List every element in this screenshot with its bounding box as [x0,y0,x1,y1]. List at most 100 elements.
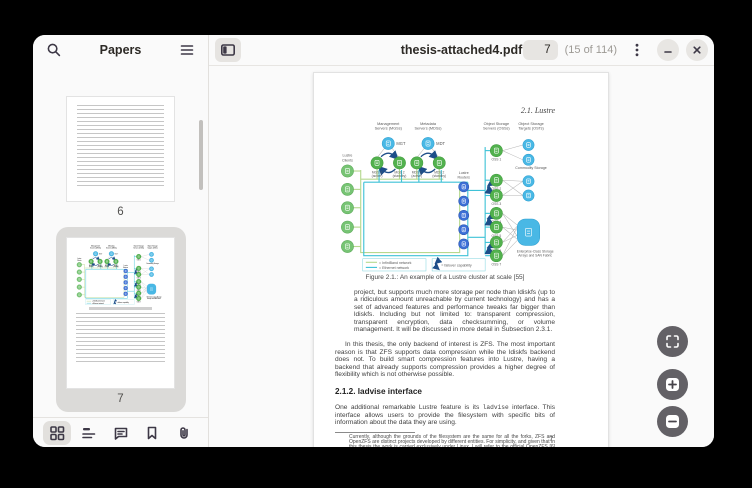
mdt-node [422,137,434,149]
figure-caption: Figure 2.1.: An example of a Lustre clus… [335,274,555,281]
mgt-label: MGT [98,253,102,255]
svg-text:Arrays and SAN Fabric: Arrays and SAN Fabric [147,297,161,300]
section-heading: 2.1.2. ladvise interface [335,387,555,396]
client-node [76,277,81,282]
search-button[interactable] [41,38,67,62]
mds2-node [433,157,445,169]
router-node [459,182,469,192]
oss-node [136,254,141,259]
clients-label: Lustre [77,257,81,260]
minimize-icon [662,44,674,56]
mds1-label: MDS 1 [104,265,108,267]
router-node [123,292,127,296]
client-node [76,262,81,267]
close-icon [691,44,703,56]
oss-label: OSS 7 [136,301,140,303]
svg-text:(active): (active) [88,265,93,268]
lustre-cluster-diagram: OSS 1OSS 2OSS 3OSS 4OSS 5OSS 6OSS 7 Mana… [73,244,169,305]
ost-node [523,176,534,187]
mds2-label: MDS 2 [113,265,117,267]
svg-text:(active): (active) [104,265,109,268]
svg-text:Clients: Clients [77,259,82,262]
sidebar-toggle-button[interactable] [215,38,241,62]
menu-button[interactable] [624,38,650,62]
running-header: 2.1. Lustre [335,106,555,115]
ost-node [149,267,153,271]
sidebar-title: Papers [67,43,174,57]
routers-label: Lustre [459,171,469,175]
ost-column-header: Object Storage [147,244,157,247]
oss-node [136,272,141,277]
zoom-out-icon [665,414,680,429]
oss-node [490,221,502,233]
router-node [123,269,127,273]
svg-text:Routers: Routers [457,176,470,180]
tab-annotations[interactable] [107,421,135,445]
tab-bookmarks[interactable] [138,421,166,445]
oss-label: OSS 3 [492,202,502,206]
router-node [459,239,469,249]
pdf-page: 2.1. Lustre [313,72,609,447]
page-6-preview [66,96,175,202]
ost-node [149,252,153,256]
enterprise-storage-node [147,284,156,295]
zoom-in-button[interactable] [657,369,688,400]
mgs2-node [393,157,405,169]
enterprise-storage-label: Enterprise-Class Storage [517,250,554,254]
svg-text:Servers (MDSs): Servers (MDSs) [414,127,442,131]
ost-node [523,154,534,165]
oss-label: OSS 1 [492,157,502,161]
router-node [459,210,469,220]
diagram-legend: = InfiniBand network = Ethernet network … [363,259,485,271]
minimize-button[interactable] [657,39,679,61]
outline-icon [81,425,97,441]
zoom-out-button[interactable] [657,406,688,437]
oss-label: OSS 5 [136,290,140,292]
router-node [459,225,469,235]
mdt-node [109,251,114,256]
main-menu-button[interactable] [174,38,200,62]
sidebar-tab-bar [33,417,208,447]
tab-outline[interactable] [75,421,103,445]
svg-text:(standby): (standby) [113,265,119,268]
kebab-menu-icon [630,42,644,58]
oss-node [136,279,141,284]
svg-text:(active): (active) [411,174,422,178]
oss-column-header: Object Storage [133,244,143,247]
svg-text:Routers: Routers [123,266,128,269]
search-icon [46,42,62,58]
paperclip-icon [176,425,192,441]
client-node [341,221,353,233]
mdt-label: MDT [436,141,445,146]
router-node [459,196,469,206]
oss-node [490,207,502,219]
footnote-rule [335,432,415,433]
zoom-fit-button[interactable] [657,326,688,357]
oss-label: OSS 1 [136,259,140,261]
sidebar: Papers 6 [33,35,209,447]
oss-node [136,296,141,301]
main-pane: thesis-attached4.pdf (15 of 114) [209,35,714,447]
zoom-controls [657,326,688,437]
body-paragraph-2: In this thesis, the only backend of inte… [335,341,555,378]
tab-thumbnails[interactable] [43,421,71,445]
document-canvas[interactable]: 2.1. Lustre [209,66,714,447]
tab-attachments[interactable] [170,421,198,445]
close-button[interactable] [686,39,708,61]
oss-node [490,236,502,248]
sidebar-header: Papers [33,35,208,65]
app-window: Papers 6 [33,35,714,447]
commodity-storage-label: Commodity Storage [515,166,547,170]
page-number-input[interactable] [523,40,558,60]
routers-label: Lustre [123,264,127,267]
mds1-node [104,259,109,264]
svg-text:(active): (active) [372,174,383,178]
sidebar-scrollbar[interactable] [199,120,203,190]
screenshot-stage: Papers 6 [0,0,752,488]
thumbnail-list: 6 [33,65,208,417]
mds2-node [113,259,118,264]
ost-node [523,190,534,201]
client-node [341,202,353,214]
zoom-in-icon [665,377,680,392]
clients-label: Lustre [342,154,352,158]
